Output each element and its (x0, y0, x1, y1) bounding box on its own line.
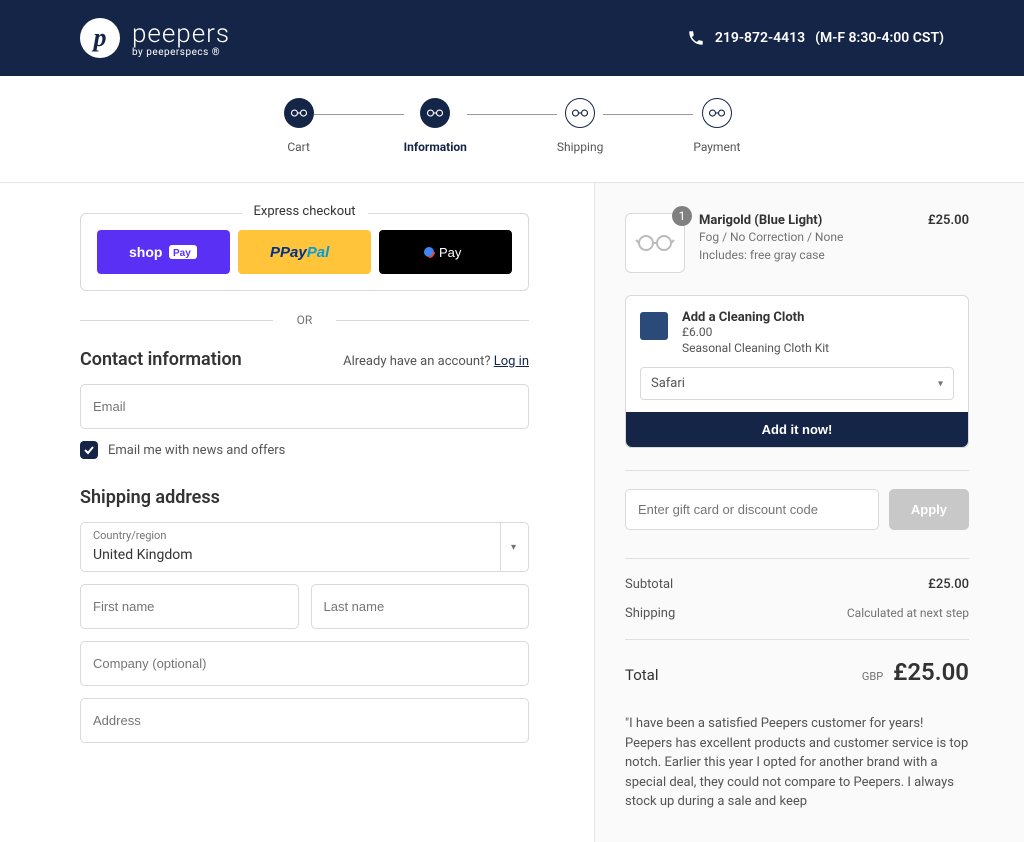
glasses-icon (708, 104, 726, 122)
news-label: Email me with news and offers (108, 443, 285, 458)
currency-code: GBP (862, 670, 883, 683)
step-label: Information (404, 140, 467, 154)
brand-name: peepers (132, 19, 230, 49)
first-name-field[interactable] (80, 584, 299, 629)
subtotal-row: Subtotal £25.00 (625, 577, 969, 592)
step-label: Shipping (557, 140, 603, 154)
express-title: Express checkout (241, 204, 367, 219)
divider (625, 639, 969, 640)
step-label: Payment (693, 140, 740, 154)
upsell-title: Add a Cleaning Cloth (682, 310, 829, 325)
divider-or: OR (80, 313, 529, 327)
chevron-down-icon: ▾ (938, 378, 943, 389)
upsell-price: £6.00 (682, 325, 829, 339)
email-field[interactable] (80, 384, 529, 429)
product-thumbnail: 1 (625, 213, 685, 273)
paypal-button[interactable]: PPayPal (238, 230, 371, 274)
phone-hours: (M-F 8:30-4:00 CST) (815, 30, 944, 46)
logo-mark: p (80, 18, 120, 58)
shipping-title: Shipping address (80, 487, 529, 508)
shipping-value: Calculated at next step (847, 606, 969, 621)
brand-tagline: by peeperspecs ® (132, 47, 230, 58)
shop-pay-icon: shop Pay (129, 243, 199, 261)
svg-text:Pay: Pay (439, 245, 462, 260)
total-row: Total GBP £25.00 (625, 658, 969, 686)
connector (467, 114, 557, 115)
shop-pay-button[interactable]: shop Pay (97, 230, 230, 274)
phone-icon (687, 29, 705, 47)
news-checkbox[interactable] (80, 441, 98, 459)
last-name-field[interactable] (311, 584, 530, 629)
order-summary: 1 Marigold (Blue Light) Fog / No Correct… (594, 183, 1024, 842)
divider (625, 470, 969, 471)
country-select[interactable]: Country/region United Kingdom ▾ (80, 522, 529, 572)
item-includes: Includes: free gray case (699, 246, 914, 264)
google-pay-button[interactable]: Pay (379, 230, 512, 274)
chevron-down-icon: ▾ (500, 523, 516, 571)
discount-input[interactable] (625, 489, 879, 530)
shipping-row: Shipping Calculated at next step (625, 606, 969, 621)
country-value: United Kingdom (93, 547, 193, 563)
checkout-progress: Cart Information Shipping Payment (0, 76, 1024, 183)
glasses-icon (426, 104, 444, 122)
cart-item: 1 Marigold (Blue Light) Fog / No Correct… (625, 213, 969, 273)
item-name: Marigold (Blue Light) (699, 213, 914, 228)
upsell-option-select[interactable]: Safari ▾ (640, 367, 954, 400)
gpay-icon: Pay (421, 242, 471, 262)
svg-text:Pay: Pay (173, 248, 191, 259)
item-variant: Fog / No Correction / None (699, 228, 914, 246)
quantity-badge: 1 (672, 206, 692, 226)
checkout-form: Express checkout shopPay PPayPal Pay OR … (0, 183, 594, 842)
testimonial-text: "I have been a satisfied Peepers custome… (625, 714, 969, 812)
upsell-card: Add a Cleaning Cloth £6.00 Seasonal Clea… (625, 295, 969, 448)
connector (603, 114, 693, 115)
country-label: Country/region (93, 529, 516, 542)
login-prompt: Already have an account? Log in (343, 354, 529, 369)
upsell-desc: Seasonal Cleaning Cloth Kit (682, 341, 829, 355)
apply-button[interactable]: Apply (889, 489, 969, 530)
paypal-icon: PPayPal (265, 242, 345, 262)
step-cart[interactable]: Cart (284, 98, 314, 154)
glasses-icon (571, 104, 589, 122)
item-price: £25.00 (928, 213, 969, 228)
step-payment: Payment (693, 98, 740, 154)
shipping-label: Shipping (625, 606, 675, 621)
login-link[interactable]: Log in (494, 354, 529, 369)
total-amount: £25.00 (893, 658, 969, 686)
upsell-thumbnail (640, 312, 668, 340)
subtotal-value: £25.00 (928, 577, 969, 592)
step-shipping: Shipping (557, 98, 603, 154)
svg-text:PPayPal: PPayPal (270, 244, 330, 261)
svg-text:shop: shop (129, 244, 162, 260)
logo[interactable]: p peepers by peeperspecs ® (80, 18, 230, 58)
express-checkout: Express checkout shopPay PPayPal Pay (80, 213, 529, 291)
check-icon (83, 444, 95, 456)
site-header: p peepers by peeperspecs ® 219-872-4413 … (0, 0, 1024, 76)
add-upsell-button[interactable]: Add it now! (626, 412, 968, 447)
phone-number: 219-872-4413 (715, 30, 805, 46)
step-label: Cart (287, 140, 310, 154)
divider (625, 558, 969, 559)
phone-contact[interactable]: 219-872-4413 (M-F 8:30-4:00 CST) (687, 29, 944, 47)
glasses-icon (635, 233, 675, 253)
address-field[interactable] (80, 698, 529, 743)
contact-title: Contact information (80, 349, 242, 370)
glasses-icon (290, 104, 308, 122)
step-information[interactable]: Information (404, 98, 467, 154)
subtotal-label: Subtotal (625, 577, 673, 592)
connector (314, 114, 404, 115)
company-field[interactable] (80, 641, 529, 686)
total-label: Total (625, 666, 659, 684)
